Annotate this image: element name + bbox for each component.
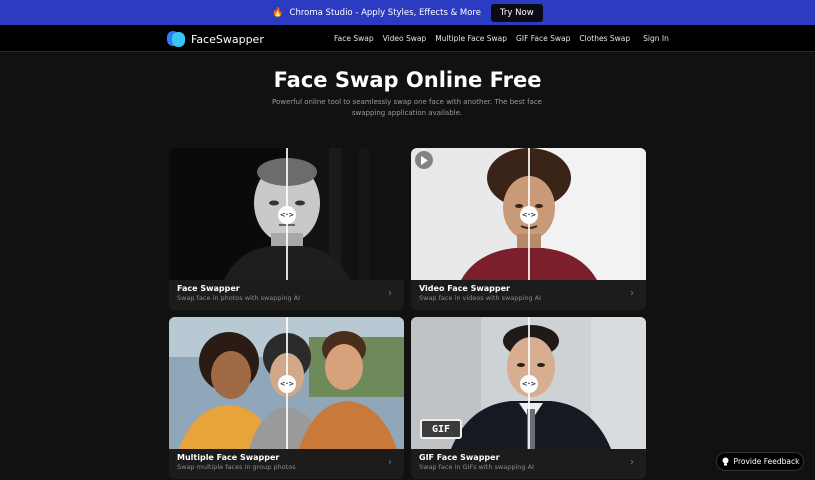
card-footer: Multiple Face Swapper Swap multiple face… <box>169 449 404 479</box>
comparison-handle-icon[interactable]: <·> <box>278 375 296 393</box>
gif-badge-icon: GIF <box>420 419 462 439</box>
card-face-swapper[interactable]: <·> Face Swapper Swap face in photos wit… <box>169 148 404 310</box>
multiple-face-swapper-preview-image: <·> <box>169 317 404 449</box>
card-description: Swap face in videos with swapping AI <box>419 294 542 302</box>
card-title: Face Swapper <box>177 284 240 293</box>
card-footer: Video Face Swapper Swap face in videos w… <box>411 280 646 310</box>
chevron-right-icon: › <box>388 288 392 299</box>
play-icon[interactable] <box>415 151 433 169</box>
faceswapper-logo-icon <box>167 30 186 48</box>
card-multiple-face-swapper[interactable]: <·> Multiple Face Swapper Swap multiple … <box>169 317 404 479</box>
card-description: Swap multiple faces in group photos <box>177 463 296 471</box>
card-title: GIF Face Swapper <box>419 453 500 462</box>
page-title: Face Swap Online Free <box>273 68 542 92</box>
nav-links: Face Swap Video Swap Multiple Face Swap … <box>334 25 669 51</box>
comparison-handle-icon[interactable]: <·> <box>520 206 538 224</box>
sign-in-link[interactable]: Sign In <box>643 34 669 43</box>
card-footer: GIF Face Swapper Swap face in GIFs with … <box>411 449 646 479</box>
promo-banner-text: Chroma Studio - Apply Styles, Effects & … <box>289 7 481 18</box>
chevron-right-icon: › <box>630 288 634 299</box>
try-now-button[interactable]: Try Now <box>490 3 543 22</box>
card-footer: Face Swapper Swap face in photos with sw… <box>169 280 404 310</box>
top-navigation: FaceSwapper Face Swap Video Swap Multipl… <box>0 25 815 52</box>
card-gif-face-swapper[interactable]: GIF <·> GIF Face Swapper Swap face in GI… <box>411 317 646 479</box>
nav-link-face-swap[interactable]: Face Swap <box>334 34 374 43</box>
nav-link-video-swap[interactable]: Video Swap <box>383 34 427 43</box>
card-description: Swap face in GIFs with swapping AI <box>419 463 534 471</box>
card-title: Multiple Face Swapper <box>177 453 280 462</box>
logo[interactable]: FaceSwapper <box>167 30 264 48</box>
nav-link-clothes-swap[interactable]: Clothes Swap <box>579 34 630 43</box>
face-swapper-preview-image: <·> <box>169 148 404 280</box>
gif-face-swapper-preview-image: GIF <·> <box>411 317 646 449</box>
nav-link-gif-face-swap[interactable]: GIF Face Swap <box>516 34 570 43</box>
comparison-handle-icon[interactable]: <·> <box>520 375 538 393</box>
chevron-right-icon: › <box>630 457 634 468</box>
card-video-face-swapper[interactable]: <·> Video Face Swapper Swap face in vide… <box>411 148 646 310</box>
promo-banner: 🔥 Chroma Studio - Apply Styles, Effects … <box>0 0 815 25</box>
comparison-handle-icon[interactable]: <·> <box>278 206 296 224</box>
chevron-right-icon: › <box>388 457 392 468</box>
nav-link-multiple-face-swap[interactable]: Multiple Face Swap <box>435 34 507 43</box>
fire-icon: 🔥 <box>272 7 284 18</box>
feedback-label: Provide Feedback <box>733 457 800 466</box>
card-description: Swap face in photos with swapping AI <box>177 294 300 302</box>
logo-text: FaceSwapper <box>191 32 264 46</box>
page-subtitle: Powerful online tool to seamlessly swap … <box>272 98 542 117</box>
card-title: Video Face Swapper <box>419 284 510 293</box>
lightbulb-icon <box>722 457 729 466</box>
provide-feedback-button[interactable]: Provide Feedback <box>716 452 804 471</box>
video-face-swapper-preview-image: <·> <box>411 148 646 280</box>
